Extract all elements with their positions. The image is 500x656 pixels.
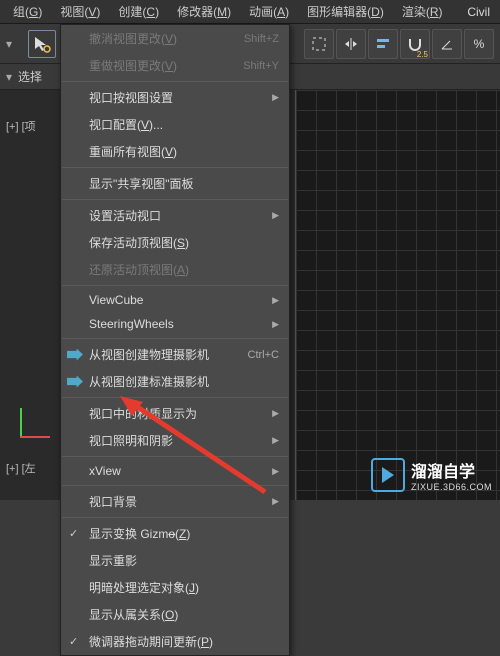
menu-material-display[interactable]: 视口中的材质显示为▶ xyxy=(61,400,289,427)
create-selection-set-button[interactable] xyxy=(304,29,334,59)
submenu-arrow-icon: ▶ xyxy=(272,466,279,477)
menu-separator xyxy=(62,199,288,200)
submenu-arrow-icon: ▶ xyxy=(272,435,279,446)
viewport-label-top[interactable]: [+] [项 xyxy=(6,118,36,134)
snap-badge: 2.5 xyxy=(417,50,428,59)
menu-steeringwheels[interactable]: SteeringWheels▶ xyxy=(61,312,289,336)
snap-toggle-button[interactable]: 2.5 xyxy=(400,29,430,59)
menu-show-ghosting[interactable]: 显示重影 xyxy=(61,547,289,574)
menu-separator xyxy=(62,285,288,286)
menu-xview[interactable]: xView▶ xyxy=(61,459,289,483)
menu-update-during-spinner[interactable]: ✓微调器拖动期间更新(P) xyxy=(61,628,289,655)
axis-x-icon xyxy=(20,436,50,438)
submenu-arrow-icon: ▶ xyxy=(272,496,279,507)
submenu-arrow-icon: ▶ xyxy=(272,295,279,306)
check-icon: ✓ xyxy=(69,527,78,540)
selection-label: 选择 xyxy=(18,68,42,85)
percent-icon: % xyxy=(474,37,485,51)
menu-shade-selected[interactable]: 明暗处理选定对象(J) xyxy=(61,574,289,601)
menu-create-standard-camera[interactable]: 从视图创建标准摄影机 xyxy=(61,368,289,395)
toolbar-right-group: 2.5 % xyxy=(304,29,494,59)
mirror-button[interactable] xyxy=(336,29,366,59)
submenu-arrow-icon: ▶ xyxy=(272,210,279,221)
camera-icon xyxy=(67,349,83,361)
bracket-select-icon xyxy=(311,36,327,52)
view-dropdown-menu: 撤消视图更改(V)Shift+Z 重做视图更改(V)Shift+Y 视口按视图设… xyxy=(60,24,290,656)
menu-separator xyxy=(62,397,288,398)
submenu-arrow-icon: ▶ xyxy=(272,92,279,103)
menu-create-physical-camera[interactable]: 从视图创建物理摄影机Ctrl+C xyxy=(61,341,289,368)
align-button[interactable] xyxy=(368,29,398,59)
menu-modifier[interactable]: 修改器(M) xyxy=(168,3,240,20)
mirror-icon xyxy=(343,36,359,52)
submenu-arrow-icon: ▶ xyxy=(272,408,279,419)
menu-viewcube[interactable]: ViewCube▶ xyxy=(61,288,289,312)
align-icon xyxy=(375,36,391,52)
menu-show-transform-gizmo[interactable]: ✓显示变换 Gizmo(Z) xyxy=(61,520,289,547)
menu-separator xyxy=(62,81,288,82)
check-icon: ✓ xyxy=(69,635,78,648)
menu-group[interactable]: 组(G) xyxy=(4,3,51,20)
submenu-arrow-icon: ▶ xyxy=(272,319,279,330)
menu-separator xyxy=(62,167,288,168)
menu-graph-editor[interactable]: 图形编辑器(D) xyxy=(298,3,393,20)
menu-animation[interactable]: 动画(A) xyxy=(240,3,298,20)
sub-dropdown-icon[interactable]: ▾ xyxy=(6,70,12,84)
menu-separator xyxy=(62,517,288,518)
menu-separator xyxy=(62,456,288,457)
menu-set-active-viewport[interactable]: 设置活动视口▶ xyxy=(61,202,289,229)
menu-save-active-view[interactable]: 保存活动顶视图(S) xyxy=(61,229,289,256)
viewport-label-left[interactable]: [+] [左 xyxy=(6,460,36,476)
angle-icon xyxy=(439,36,455,52)
menu-restore-active-view[interactable]: 还原活动顶视图(A) xyxy=(61,256,289,283)
cursor-icon xyxy=(33,35,51,53)
menu-shared-view-panel[interactable]: 显示"共享视图"面板 xyxy=(61,170,289,197)
menu-viewport-by-view[interactable]: 视口按视图设置▶ xyxy=(61,84,289,111)
menu-redo-view[interactable]: 重做视图更改(V)Shift+Y xyxy=(61,52,289,79)
watermark-play-icon xyxy=(371,458,405,492)
menu-undo-view[interactable]: 撤消视图更改(V)Shift+Z xyxy=(61,25,289,52)
watermark-title: 溜溜自学 xyxy=(411,458,492,482)
watermark: 溜溜自学 ZIXUE.3D66.COM xyxy=(371,458,492,492)
toolbar-dropdown-icon[interactable]: ▾ xyxy=(6,37,20,51)
menu-separator xyxy=(62,338,288,339)
select-tool-button[interactable] xyxy=(28,30,56,58)
menu-redraw-all[interactable]: 重画所有视图(V) xyxy=(61,138,289,165)
viewport-grid[interactable] xyxy=(295,90,500,500)
menubar-app-label: Civil xyxy=(467,5,496,19)
menubar: 组(G) 视图(V) 创建(C) 修改器(M) 动画(A) 图形编辑器(D) 渲… xyxy=(0,0,500,24)
menu-show-dependencies[interactable]: 显示从属关系(O) xyxy=(61,601,289,628)
menu-lighting-shadows[interactable]: 视口照明和阴影▶ xyxy=(61,427,289,454)
camera-icon xyxy=(67,376,83,388)
menu-view[interactable]: 视图(V) xyxy=(51,3,109,20)
menu-render[interactable]: 渲染(R) xyxy=(393,3,452,20)
menu-separator xyxy=(62,485,288,486)
menu-viewport-config[interactable]: 视口配置(V)... xyxy=(61,111,289,138)
axis-y-icon xyxy=(20,408,22,438)
percent-snap-button[interactable]: % xyxy=(464,29,494,59)
watermark-url: ZIXUE.3D66.COM xyxy=(411,482,492,492)
menu-create[interactable]: 创建(C) xyxy=(109,3,168,20)
menu-viewport-background[interactable]: 视口背景▶ xyxy=(61,488,289,515)
angle-snap-button[interactable] xyxy=(432,29,462,59)
